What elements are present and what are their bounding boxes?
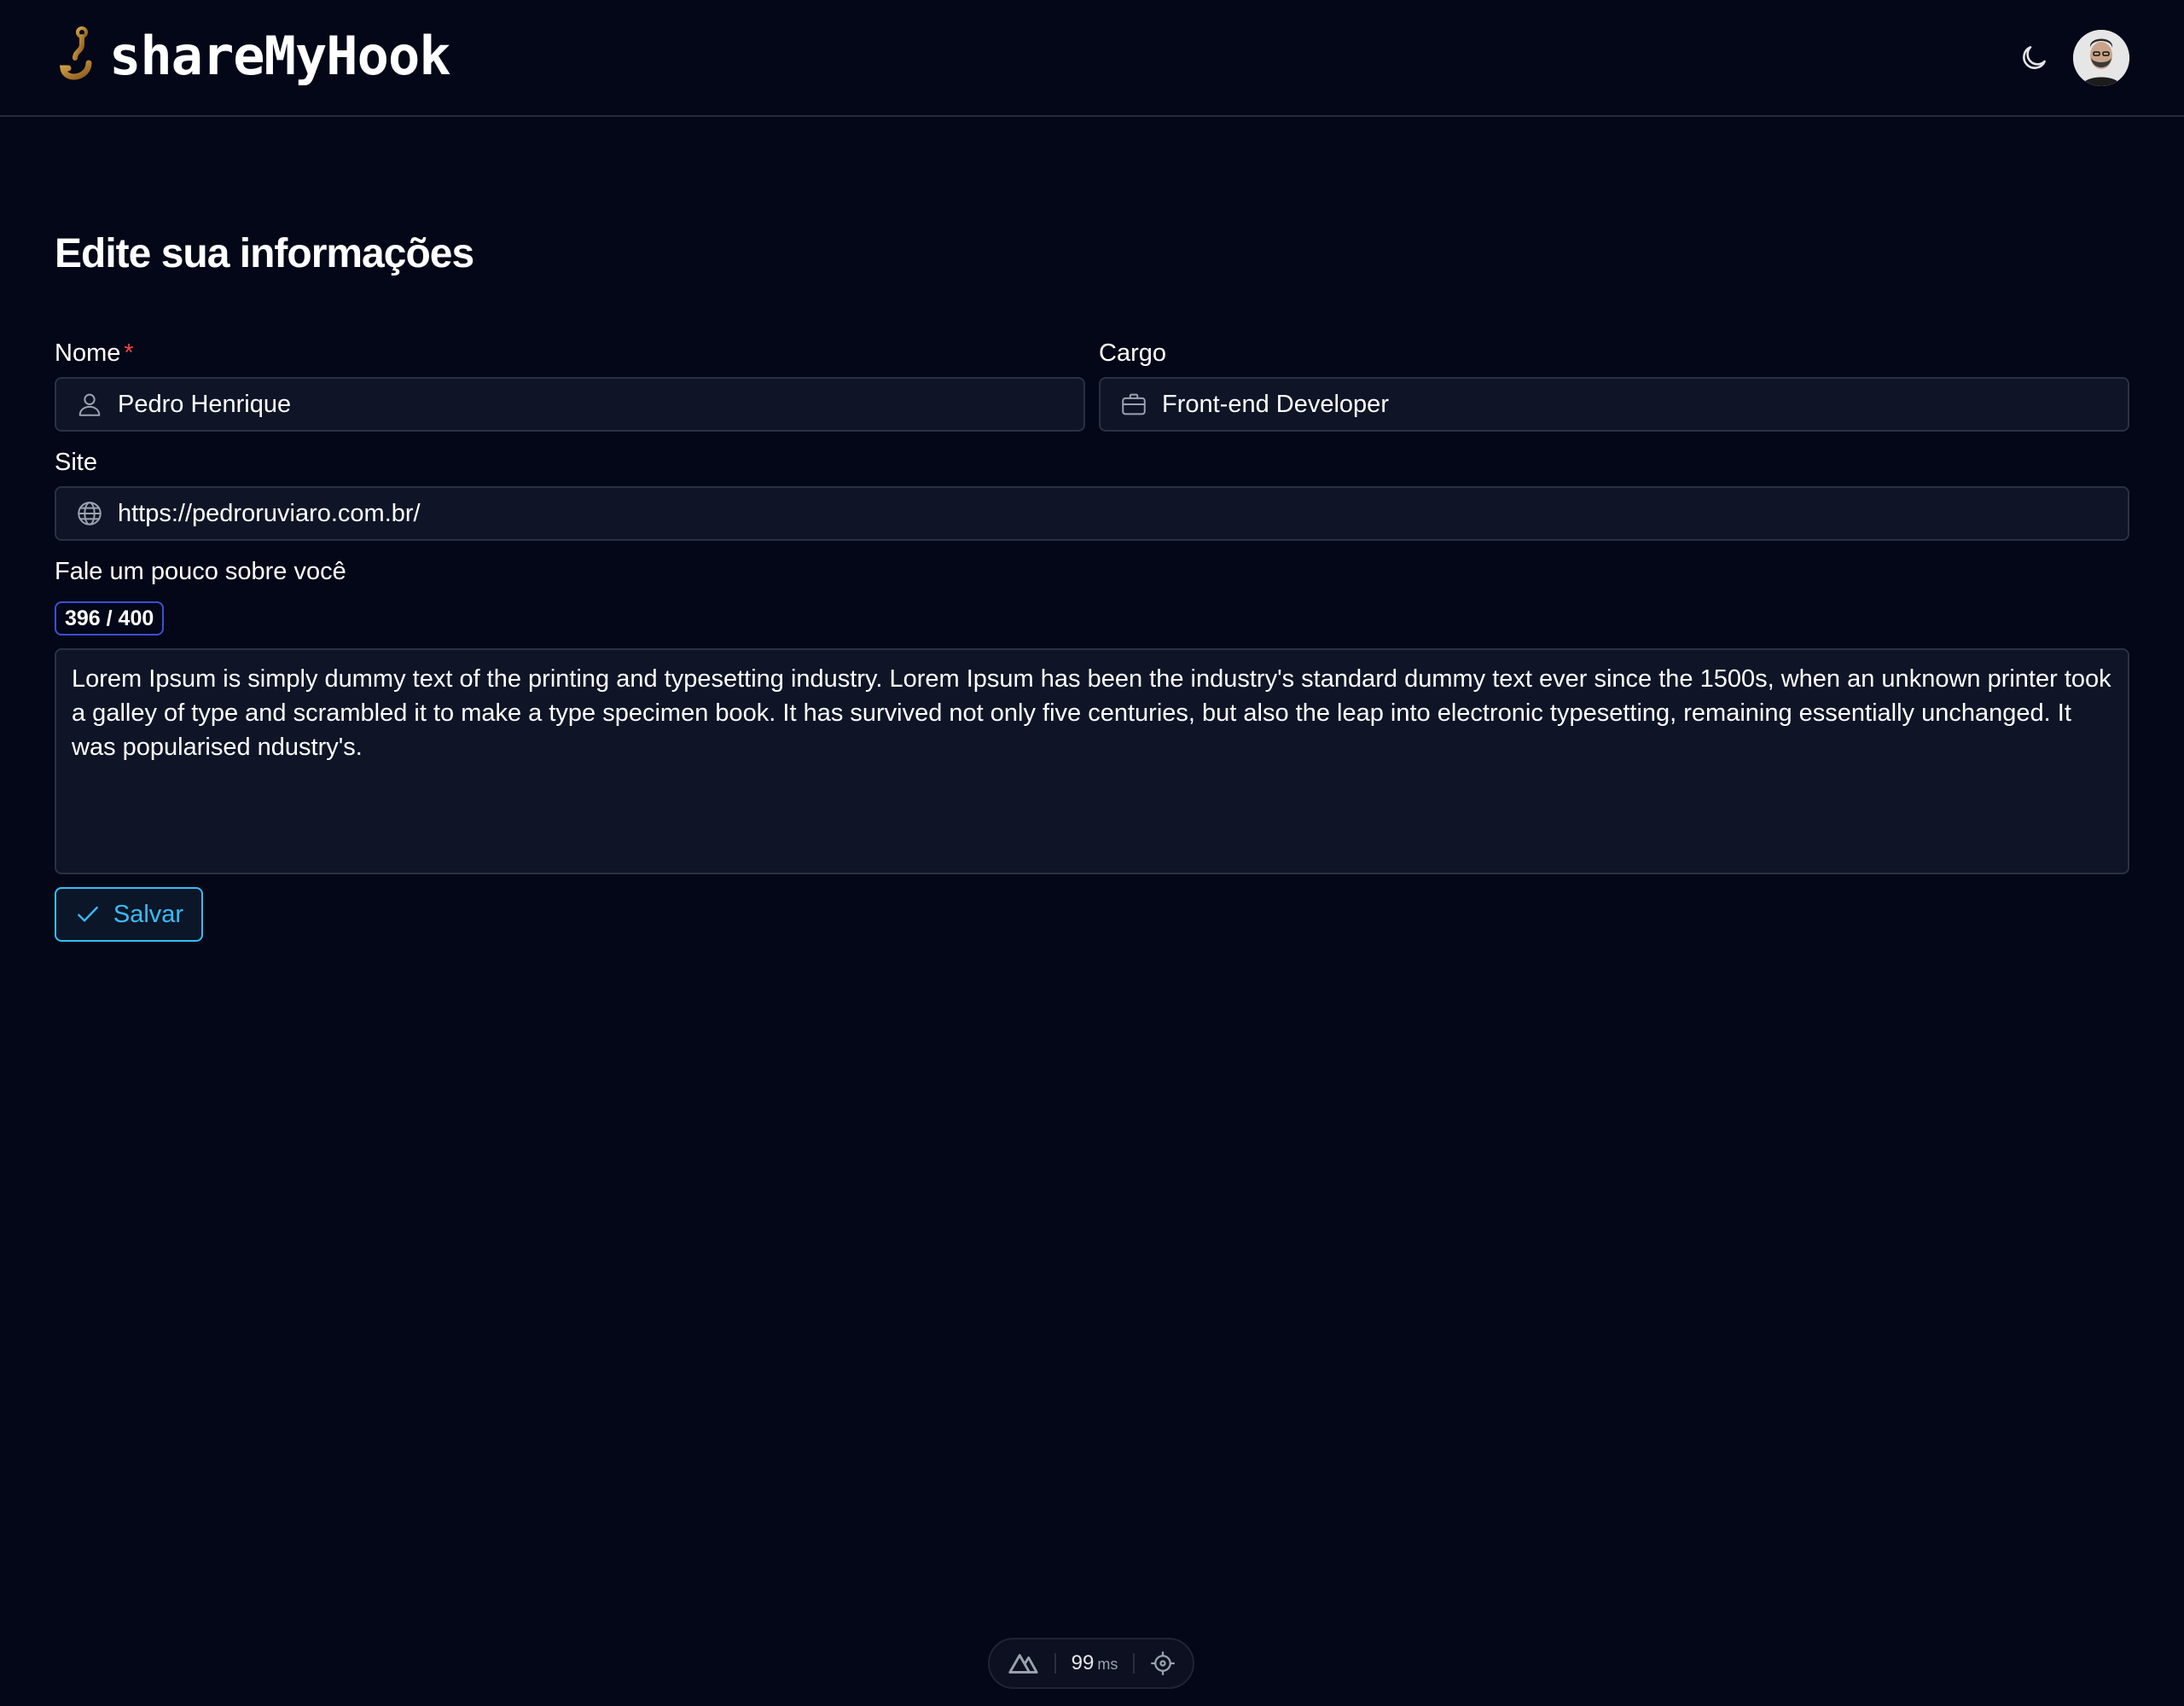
logo-text: shareMyHook [109,25,451,87]
moon-icon [2023,46,2046,69]
role-label: Cargo [1099,339,1166,367]
name-label-text: Nome [55,339,121,367]
nuxt-icon[interactable] [1007,1651,1039,1676]
about-textarea[interactable]: Lorem Ipsum is simply dummy text of the … [55,648,2129,874]
crosshair-icon[interactable] [1150,1651,1176,1676]
site-input[interactable] [118,488,2128,539]
theme-toggle-button[interactable] [2013,38,2054,78]
name-field[interactable] [55,377,1085,432]
name-label: Nome * [55,338,134,368]
globe-icon [73,497,106,530]
check-icon [78,906,98,922]
render-time-value: 99 [1071,1651,1095,1674]
top-navbar: shareMyHook [0,0,2184,117]
dev-tools-badge: 99 ms [988,1638,1194,1689]
required-mark: * [124,339,134,367]
render-time-unit: ms [1097,1656,1118,1673]
user-avatar[interactable] [2073,30,2129,86]
save-button-label: Salvar [113,900,184,928]
avatar-image [2073,30,2129,86]
site-label: Site [55,449,97,476]
save-button[interactable]: Salvar [55,887,203,942]
render-time: 99 ms [1072,1651,1118,1675]
role-input[interactable] [1162,379,2128,430]
character-counter: 396 / 400 [55,601,165,635]
role-field[interactable] [1099,377,2129,432]
logo[interactable]: shareMyHook [55,25,451,87]
hook-icon [60,26,92,80]
briefcase-icon [1118,388,1150,421]
divider [1133,1653,1136,1674]
page-title: Edite sua informações [55,231,474,276]
divider [1054,1653,1056,1674]
name-input[interactable] [118,379,1083,430]
user-icon [73,388,106,421]
site-field[interactable] [55,486,2129,541]
about-label: Fale um pouco sobre você [55,558,346,585]
